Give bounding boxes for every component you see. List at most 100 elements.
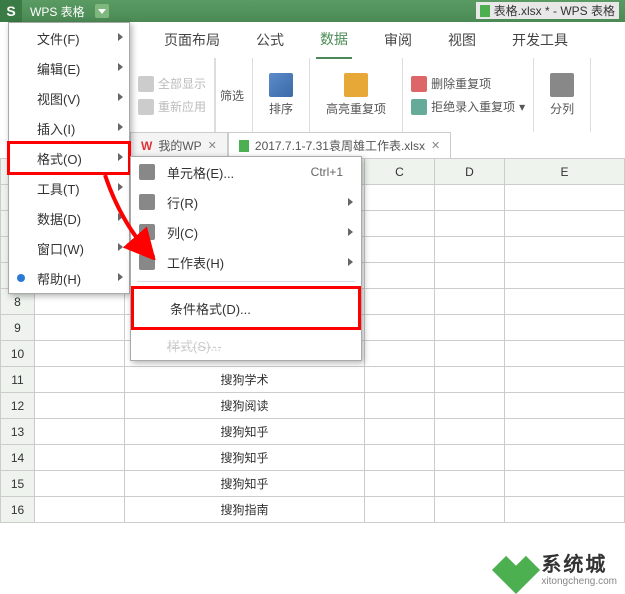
cell[interactable] xyxy=(505,289,625,315)
cell[interactable] xyxy=(435,211,505,237)
cell[interactable] xyxy=(505,471,625,497)
cell[interactable] xyxy=(505,367,625,393)
cell[interactable] xyxy=(435,315,505,341)
cell[interactable] xyxy=(505,419,625,445)
submenu-style[interactable]: 样式(S)... xyxy=(131,330,361,360)
row-header[interactable]: 9 xyxy=(1,315,35,341)
row-header[interactable]: 15 xyxy=(1,471,35,497)
cell[interactable] xyxy=(365,185,435,211)
cell[interactable] xyxy=(365,315,435,341)
cell[interactable] xyxy=(365,289,435,315)
cell[interactable] xyxy=(435,419,505,445)
cell[interactable] xyxy=(505,185,625,211)
cell[interactable] xyxy=(365,445,435,471)
tab-data[interactable]: 数据 xyxy=(316,21,352,59)
row-header[interactable]: 12 xyxy=(1,393,35,419)
row-header[interactable]: 13 xyxy=(1,419,35,445)
menu-item[interactable]: 数据(D) xyxy=(9,203,129,233)
col-header-D[interactable]: D xyxy=(435,159,505,185)
cell[interactable] xyxy=(365,263,435,289)
cell[interactable] xyxy=(435,185,505,211)
cell[interactable]: 搜狗阅读 xyxy=(125,393,365,419)
cell[interactable] xyxy=(505,445,625,471)
cell[interactable]: 搜狗指南 xyxy=(125,497,365,523)
tab-page-layout[interactable]: 页面布局 xyxy=(160,22,224,58)
cell[interactable] xyxy=(35,445,125,471)
cell[interactable] xyxy=(435,341,505,367)
cell[interactable] xyxy=(35,497,125,523)
cell[interactable] xyxy=(435,367,505,393)
cell[interactable] xyxy=(365,341,435,367)
cell[interactable] xyxy=(35,393,125,419)
menu-item[interactable]: 视图(V) xyxy=(9,83,129,113)
tab-review[interactable]: 审阅 xyxy=(380,22,416,58)
menu-item[interactable]: 文件(F) xyxy=(9,23,129,53)
cell[interactable] xyxy=(435,471,505,497)
cell[interactable] xyxy=(365,497,435,523)
row-header[interactable]: 11 xyxy=(1,367,35,393)
cell[interactable] xyxy=(365,471,435,497)
cell[interactable] xyxy=(365,237,435,263)
cell[interactable] xyxy=(35,367,125,393)
cell[interactable] xyxy=(435,237,505,263)
cell[interactable] xyxy=(505,341,625,367)
sort-button[interactable]: 排序 xyxy=(261,69,301,121)
cell[interactable] xyxy=(365,211,435,237)
submenu-column[interactable]: 列(C) xyxy=(131,217,361,247)
cell[interactable] xyxy=(365,419,435,445)
show-all-button[interactable]: 全部显示 xyxy=(138,75,206,92)
cell[interactable]: 搜狗知乎 xyxy=(125,419,365,445)
submenu-row[interactable]: 行(R) xyxy=(131,187,361,217)
cell[interactable] xyxy=(35,419,125,445)
cell[interactable] xyxy=(35,341,125,367)
cell[interactable] xyxy=(505,237,625,263)
col-header-E[interactable]: E xyxy=(505,159,625,185)
table-row[interactable]: 11 搜狗学术 xyxy=(1,367,625,393)
cell[interactable] xyxy=(35,315,125,341)
cell[interactable] xyxy=(435,289,505,315)
menu-item[interactable]: 工具(T) xyxy=(9,173,129,203)
highlight-dup-button[interactable]: 高亮重复项 xyxy=(318,69,394,121)
row-header[interactable]: 14 xyxy=(1,445,35,471)
table-row[interactable]: 15 搜狗知乎 xyxy=(1,471,625,497)
cell[interactable]: 搜狗知乎 xyxy=(125,471,365,497)
cell[interactable] xyxy=(35,471,125,497)
cell[interactable] xyxy=(435,497,505,523)
app-menu-dropdown-icon[interactable] xyxy=(95,4,109,18)
cell[interactable] xyxy=(365,393,435,419)
menu-item[interactable]: 编辑(E) xyxy=(9,53,129,83)
menu-item[interactable]: 插入(I) xyxy=(9,113,129,143)
cell[interactable] xyxy=(435,393,505,419)
remove-dup-button[interactable]: 删除重复项 xyxy=(411,75,525,92)
cell[interactable]: 搜狗学术 xyxy=(125,367,365,393)
table-row[interactable]: 14 搜狗知乎 xyxy=(1,445,625,471)
tab-view[interactable]: 视图 xyxy=(444,22,480,58)
tab-formula[interactable]: 公式 xyxy=(252,22,288,58)
filter-label[interactable]: 筛选 xyxy=(216,87,244,104)
cell[interactable]: 搜狗知乎 xyxy=(125,445,365,471)
cell[interactable] xyxy=(505,315,625,341)
cell[interactable] xyxy=(505,263,625,289)
submenu-cells[interactable]: 单元格(E)... Ctrl+1 xyxy=(131,157,361,187)
row-header[interactable]: 10 xyxy=(1,341,35,367)
table-row[interactable]: 16 搜狗指南 xyxy=(1,497,625,523)
col-header-C[interactable]: C xyxy=(365,159,435,185)
split-button[interactable]: 分列 xyxy=(542,69,582,121)
reapply-button[interactable]: 重新应用 xyxy=(138,98,206,115)
row-header[interactable]: 16 xyxy=(1,497,35,523)
cell[interactable] xyxy=(365,367,435,393)
menu-item[interactable]: 窗口(W) xyxy=(9,233,129,263)
close-tab-icon[interactable]: ✕ xyxy=(431,139,440,152)
tab-dev[interactable]: 开发工具 xyxy=(508,22,572,58)
table-row[interactable]: 12 搜狗阅读 xyxy=(1,393,625,419)
close-tab-icon[interactable]: ✕ xyxy=(208,139,217,152)
menu-item[interactable]: 格式(O) xyxy=(9,143,129,173)
cell[interactable] xyxy=(505,393,625,419)
doc-tab-wps[interactable]: W 我的WP ✕ xyxy=(130,132,228,158)
cell[interactable] xyxy=(435,445,505,471)
cell[interactable] xyxy=(505,497,625,523)
submenu-sheet[interactable]: 工作表(H) xyxy=(131,247,361,277)
cell[interactable] xyxy=(505,211,625,237)
table-row[interactable]: 13 搜狗知乎 xyxy=(1,419,625,445)
reject-dup-button[interactable]: 拒绝录入重复项▾ xyxy=(411,98,525,115)
